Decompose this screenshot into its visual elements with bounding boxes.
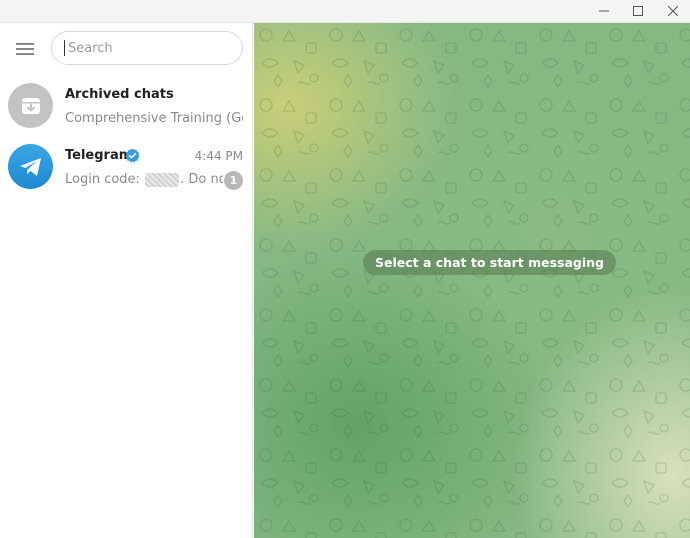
redacted-code [145,172,180,187]
main-menu-button[interactable] [10,37,40,61]
archive-icon [21,97,40,114]
chat-name: Archived chats [65,87,174,102]
chat-preview: Login code: . Do no... [65,172,223,187]
empty-state-message: Select a chat to start messaging [363,250,616,275]
search-input[interactable] [68,40,228,56]
chat-time: 4:44 PM [194,149,243,163]
hamburger-menu-icon [16,43,34,55]
chat-item-archived[interactable]: Archived chats Comprehensive Training (G… [0,75,253,136]
chat-item-telegram[interactable]: Telegram 4:44 PM Login code: . Do no... … [0,136,253,197]
maximize-button[interactable] [621,0,655,22]
close-button[interactable] [656,0,690,22]
chat-list-sidebar: Archived chats Comprehensive Training (G… [0,23,253,538]
close-icon [668,6,678,16]
archived-avatar [8,83,53,128]
search-box[interactable] [51,31,243,65]
preview-prefix: Login code: [65,172,145,187]
window-title-bar [0,0,690,23]
telegram-avatar [8,144,53,189]
unread-count-badge: 1 [224,171,243,190]
chat-preview: Comprehensive Training (Ge... [65,111,243,126]
text-cursor [64,40,65,56]
maximize-icon [633,6,643,16]
telegram-logo-icon [19,157,41,176]
preview-suffix: . Do no... [180,172,223,187]
minimize-icon [599,10,609,12]
chat-name: Telegram [65,148,133,163]
chat-area: Select a chat to start messaging [254,23,690,538]
doodle-wallpaper-pattern [254,23,690,538]
verified-badge-icon [125,148,140,163]
minimize-button[interactable] [587,0,621,22]
